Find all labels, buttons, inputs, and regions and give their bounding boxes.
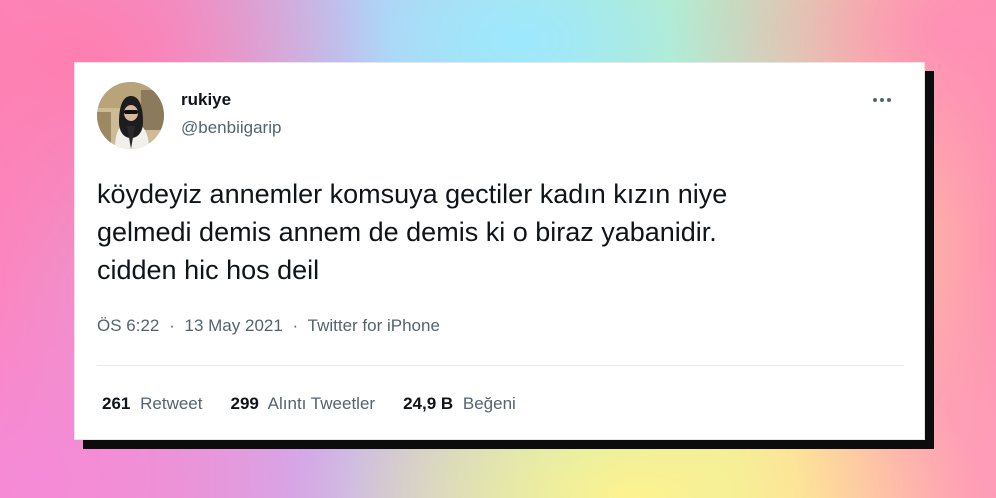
tweet-meta: ÖS 6:22 · 13 May 2021 · Twitter for iPho… xyxy=(97,316,440,336)
more-dot xyxy=(887,98,891,102)
avatar[interactable] xyxy=(97,82,164,149)
quote-tweet-stat[interactable]: 299 Alıntı Tweetler xyxy=(230,394,375,414)
retweet-count: 261 xyxy=(102,394,131,413)
divider xyxy=(97,365,904,366)
tweet-text-line: gelmedi demis annem de demis ki o biraz … xyxy=(97,217,717,247)
retweet-stat[interactable]: 261 Retweet xyxy=(102,394,202,414)
tweet-stats: 261 Retweet 299 Alıntı Tweetler 24,9 B B… xyxy=(102,394,544,414)
author-name[interactable]: rukiye xyxy=(181,90,231,110)
tweet-card: rukiye @benbiigarip köydeyiz annemler ko… xyxy=(74,62,925,440)
like-label: Beğeni xyxy=(462,394,516,413)
meta-separator: · xyxy=(169,316,175,335)
tweet-text-line: cidden hic hos deil xyxy=(97,255,320,285)
tweet-source[interactable]: Twitter for iPhone xyxy=(308,316,440,335)
more-options-icon[interactable] xyxy=(867,91,897,109)
meta-separator: · xyxy=(292,316,299,335)
author-handle[interactable]: @benbiigarip xyxy=(181,118,281,138)
like-count: 24,9 B xyxy=(403,394,454,413)
more-dot xyxy=(873,98,877,102)
tweet-text: köydeyiz annemler komsuya gectiler kadın… xyxy=(97,175,897,289)
quote-tweet-count: 299 xyxy=(230,394,259,413)
tweet-time[interactable]: ÖS 6:22 xyxy=(97,316,159,335)
more-dot xyxy=(880,98,884,102)
tweet-text-line: köydeyiz annemler komsuya gectiler kadın… xyxy=(97,179,728,209)
tweet-date[interactable]: 13 May 2021 xyxy=(185,316,283,335)
avatar-image xyxy=(97,82,164,149)
like-stat[interactable]: 24,9 B Beğeni xyxy=(403,394,516,414)
retweet-label: Retweet xyxy=(140,394,203,413)
quote-tweet-label: Alıntı Tweetler xyxy=(267,394,376,413)
